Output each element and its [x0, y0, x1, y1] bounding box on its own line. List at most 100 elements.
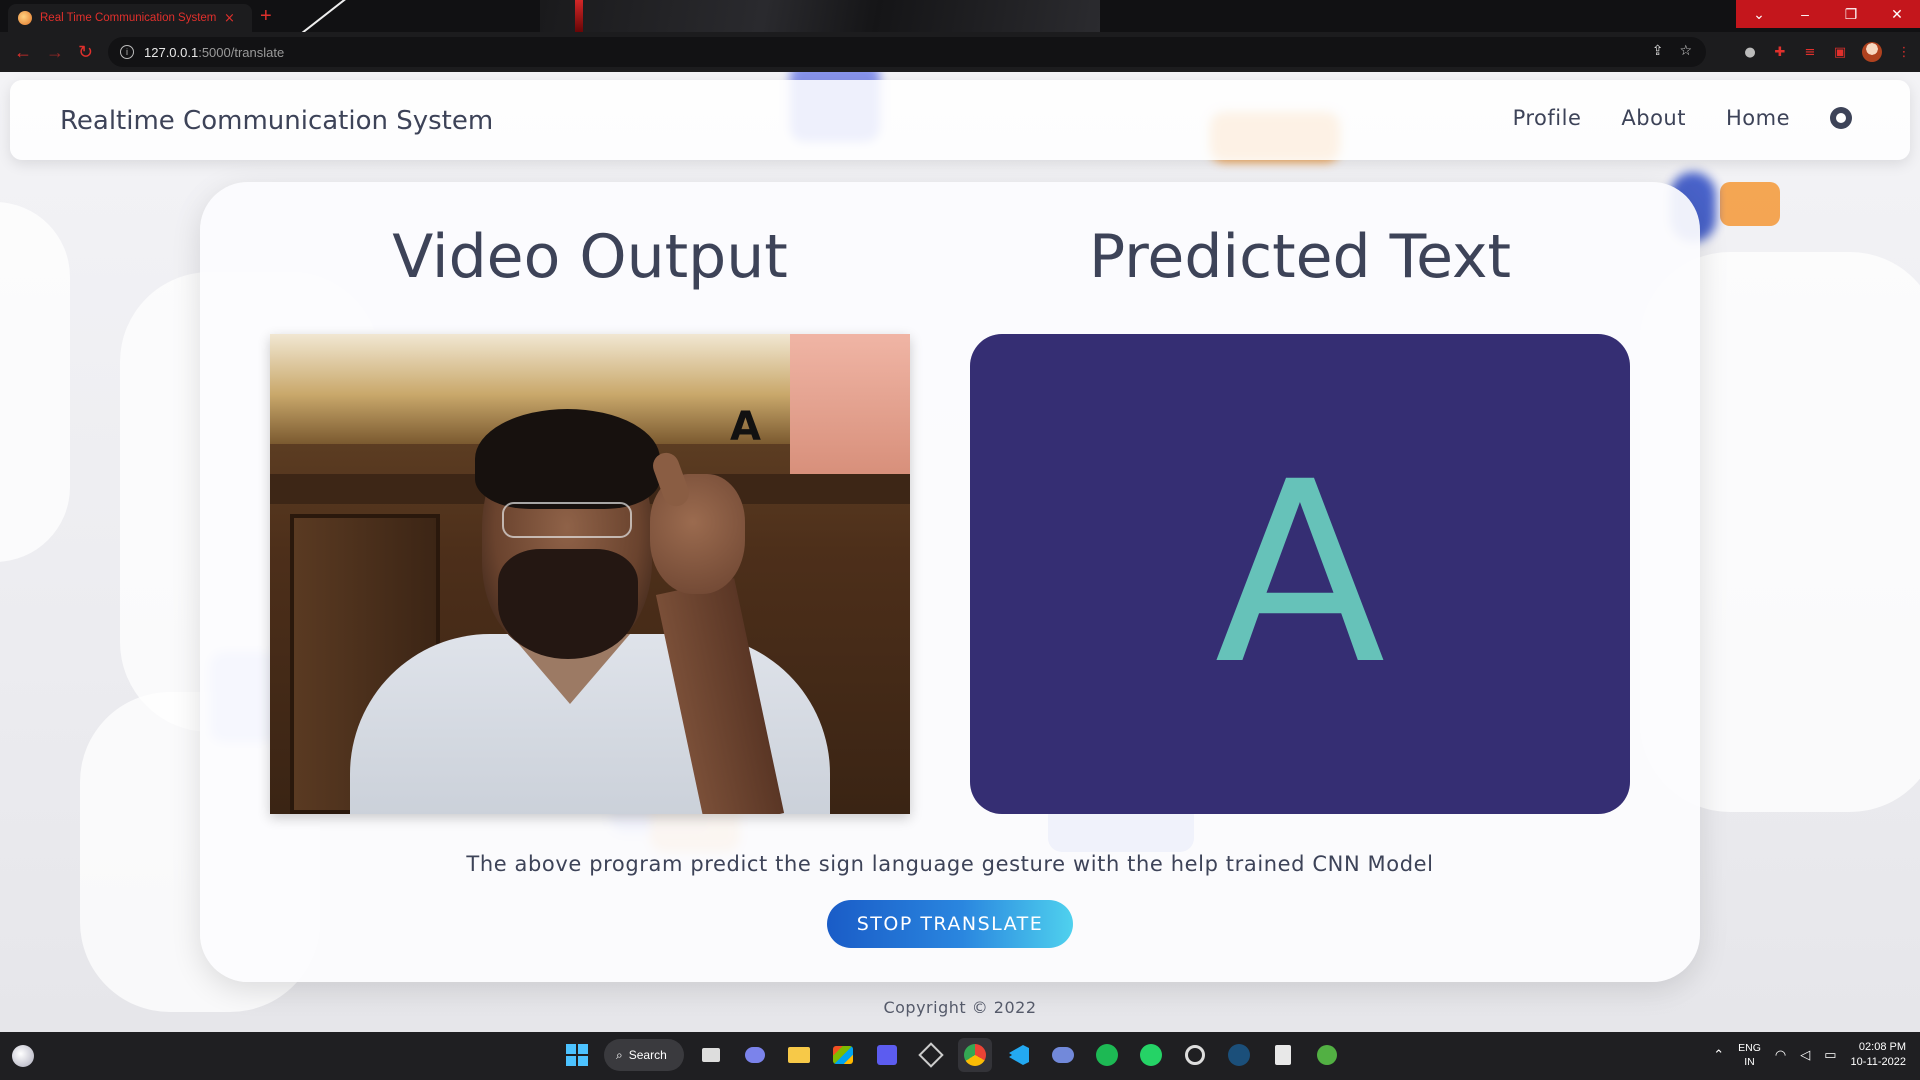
teams-chat-icon[interactable]	[738, 1038, 772, 1072]
github-icon[interactable]	[1830, 107, 1852, 129]
video-output-heading: Video Output	[392, 222, 788, 292]
weather-widget-icon[interactable]	[12, 1045, 34, 1067]
unity-glyph	[918, 1042, 944, 1068]
video-person-hair	[475, 409, 660, 509]
vscode-icon[interactable]	[1002, 1038, 1036, 1072]
xbox-glyph	[1317, 1045, 1337, 1065]
forward-button[interactable]: →	[46, 42, 64, 63]
page-viewport: Realtime Communication System Profile Ab…	[0, 72, 1920, 1032]
tray-overflow-chevron-icon[interactable]: ⌃	[1713, 1047, 1724, 1063]
vscode-glyph	[1009, 1045, 1029, 1065]
tabbar-decor	[575, 0, 583, 32]
taskbar-search-label: Search	[628, 1048, 667, 1062]
steam-glyph	[1228, 1044, 1250, 1066]
vs-icon[interactable]	[870, 1038, 904, 1072]
webcam-video-feed: A	[270, 334, 910, 814]
store-icon[interactable]	[826, 1038, 860, 1072]
tab-title: Real Time Communication System	[40, 12, 216, 24]
window-controls: ⌄ – ❐ ✕	[1736, 0, 1920, 28]
reload-button[interactable]: ↻	[78, 42, 93, 63]
video-overlay-prediction: A	[730, 404, 761, 450]
url-host: 127.0.0.1	[144, 44, 199, 60]
tab-favicon-icon	[18, 11, 32, 25]
browser-tab[interactable]: Real Time Communication System ×	[8, 4, 252, 32]
wifi-icon[interactable]: ◠	[1775, 1047, 1786, 1063]
vs-glyph	[877, 1045, 897, 1065]
restore-button[interactable]: ❐	[1828, 0, 1874, 28]
side-panel-icon[interactable]: ▣	[1832, 44, 1848, 60]
stop-translate-button[interactable]: STOP TRANSLATE	[827, 900, 1073, 948]
input-language-indicator[interactable]: ENG IN	[1738, 1041, 1761, 1069]
description-text: The above program predict the sign langu…	[466, 852, 1434, 876]
chrome-icon[interactable]	[958, 1038, 992, 1072]
file-explorer-icon[interactable]	[782, 1038, 816, 1072]
tabbar-decor-line	[300, 0, 350, 32]
volume-icon[interactable]: ◁	[1800, 1047, 1810, 1063]
close-window-button[interactable]: ✕	[1874, 0, 1920, 28]
predicted-letter: A	[1214, 428, 1386, 719]
nav-link-about[interactable]: About	[1621, 106, 1686, 130]
discord-glyph	[1052, 1047, 1074, 1063]
task-view-glyph	[702, 1048, 720, 1062]
taskbar-search[interactable]: ⌕ Search	[604, 1039, 684, 1071]
tab-close-button[interactable]: ×	[224, 11, 235, 26]
reading-list-icon[interactable]: ≡	[1802, 44, 1818, 60]
whatsapp-glyph	[1140, 1044, 1162, 1066]
puzzle-extension-icon[interactable]: ✚	[1772, 44, 1788, 60]
background-shape	[0, 202, 70, 562]
start-button[interactable]	[560, 1038, 594, 1072]
clock[interactable]: 02:08 PM 10-11-2022	[1851, 1040, 1906, 1070]
extension-icon[interactable]: ●	[1742, 44, 1758, 60]
video-scene-wall	[790, 334, 910, 484]
spotify-icon[interactable]	[1090, 1038, 1124, 1072]
site-info-icon[interactable]: i	[120, 45, 134, 59]
video-person-glasses	[502, 502, 632, 538]
site-brand[interactable]: Realtime Communication System	[60, 106, 493, 136]
address-bar[interactable]: i 127.0.0.1:5000/translate ⇪ ☆	[108, 37, 1706, 67]
extensions-area: ● ✚ ≡ ▣ ⋮	[1742, 42, 1912, 62]
bookmark-star-icon[interactable]: ☆	[1679, 43, 1692, 59]
discord-icon[interactable]	[1046, 1038, 1080, 1072]
whatsapp-icon[interactable]	[1134, 1038, 1168, 1072]
browser-tab-bar: Real Time Communication System × + ⌄ – ❐…	[0, 0, 1920, 32]
url-text[interactable]: 127.0.0.1:5000/translate	[144, 45, 284, 60]
site-navbar: Realtime Communication System Profile Ab…	[10, 80, 1910, 160]
nav-link-profile[interactable]: Profile	[1513, 106, 1582, 130]
browser-toolbar: ← → ↻ i 127.0.0.1:5000/translate ⇪ ☆ ● ✚…	[0, 32, 1920, 72]
windows-taskbar: ⌕ Search ⌃ ENG IN ◠ ◁ ▭ 02:08 PM 10-11-2022	[0, 1032, 1920, 1080]
language-code: ENG	[1738, 1042, 1761, 1054]
xbox-icon[interactable]	[1310, 1038, 1344, 1072]
store-glyph	[833, 1046, 853, 1064]
epic-glyph	[1275, 1045, 1291, 1065]
browser-menu-icon[interactable]: ⋮	[1896, 44, 1912, 60]
obs-glyph	[1185, 1045, 1205, 1065]
battery-icon[interactable]: ▭	[1824, 1047, 1836, 1063]
epic-games-icon[interactable]	[1266, 1038, 1300, 1072]
nav-links: Profile About Home	[1513, 106, 1852, 130]
teams-glyph	[745, 1047, 765, 1063]
address-bar-actions: ⇪ ☆	[1652, 43, 1692, 59]
clock-date: 10-11-2022	[1850, 1056, 1906, 1068]
back-button[interactable]: ←	[14, 42, 32, 63]
unity-icon[interactable]	[914, 1038, 948, 1072]
language-region: IN	[1744, 1056, 1755, 1068]
tab-search-button[interactable]: ⌄	[1736, 0, 1782, 28]
minimize-button[interactable]: –	[1782, 0, 1828, 28]
profile-avatar[interactable]	[1862, 42, 1882, 62]
clock-time: 02:08 PM	[1858, 1041, 1906, 1053]
task-view-icon[interactable]	[694, 1038, 728, 1072]
predicted-text-heading: Predicted Text	[1088, 222, 1512, 292]
nav-link-home[interactable]: Home	[1726, 106, 1790, 130]
predicted-text-panel: A	[970, 334, 1630, 814]
tabbar-background	[540, 0, 1100, 32]
chrome-glyph	[964, 1044, 986, 1066]
system-tray: ⌃ ENG IN ◠ ◁ ▭ 02:08 PM 10-11-2022	[1713, 1040, 1906, 1070]
new-tab-button[interactable]: +	[260, 5, 272, 27]
share-icon[interactable]: ⇪	[1652, 43, 1664, 59]
url-path: :5000/translate	[198, 44, 285, 60]
copyright-text: Copyright © 2022	[883, 998, 1037, 1017]
obs-icon[interactable]	[1178, 1038, 1212, 1072]
steam-icon[interactable]	[1222, 1038, 1256, 1072]
folder-glyph	[788, 1047, 810, 1063]
search-icon: ⌕	[616, 1047, 623, 1062]
